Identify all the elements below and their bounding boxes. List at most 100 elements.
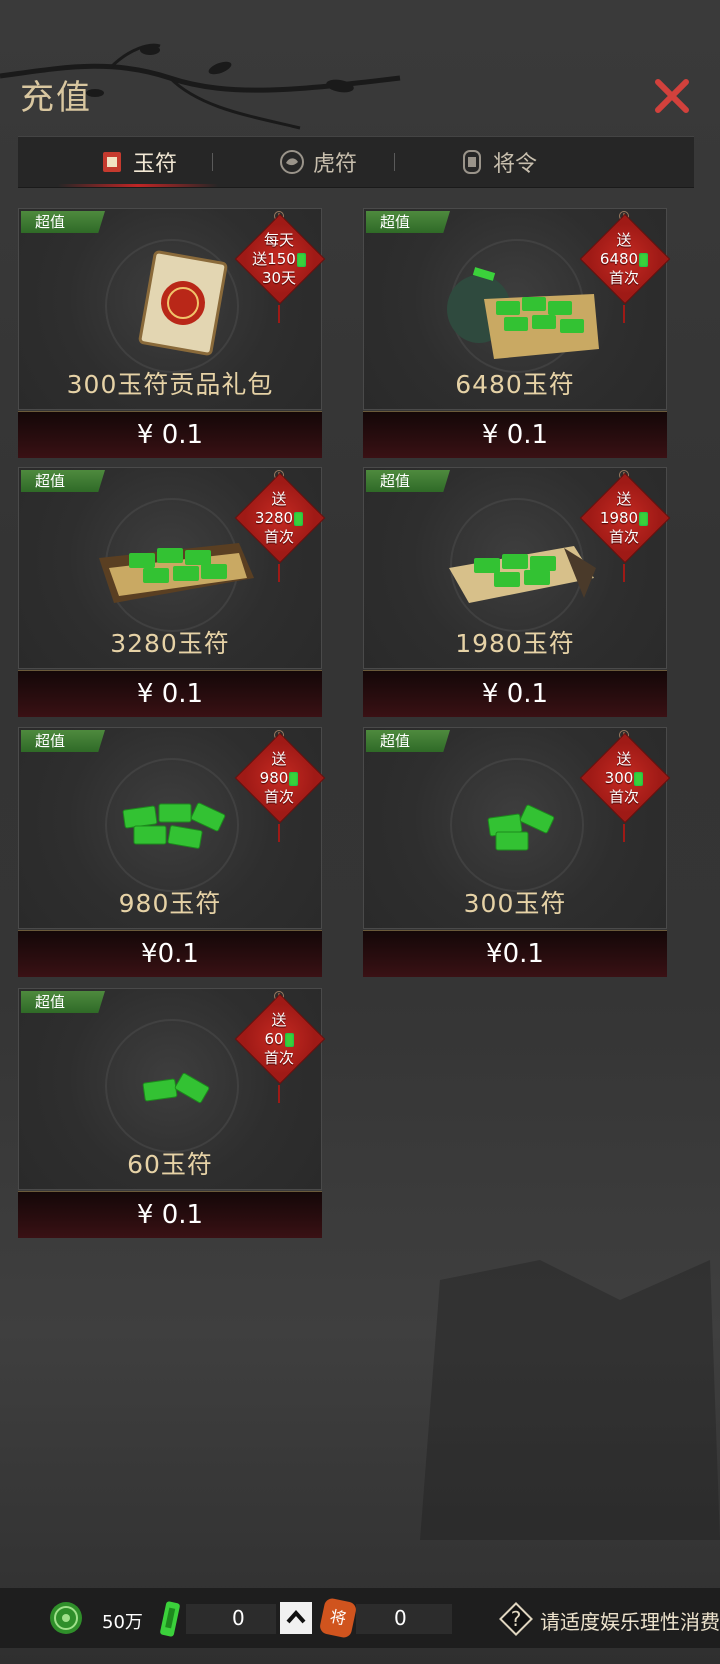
bonus-tag: 送 60 首次 <box>234 991 326 1103</box>
tag-tassel <box>623 305 625 323</box>
value-badge: 超值 <box>21 211 105 233</box>
jade-item-image <box>434 249 604 359</box>
tag-tassel <box>278 824 280 842</box>
value-badge: 超值 <box>21 991 105 1013</box>
product-card-body: 超值 送 980 首次 980玉符 <box>18 727 326 929</box>
page-title: 充值 <box>20 78 92 118</box>
tag-line-2: 6480 <box>584 250 664 269</box>
tab-tiger-tally[interactable]: 虎符 <box>258 137 378 187</box>
tag-text: 送 300 首次 <box>584 750 664 807</box>
tag-line-2: 送150 <box>239 250 319 269</box>
product-card-body: 超值 送 60 首次 60玉符 <box>18 988 326 1190</box>
tag-bonus-amount: 送150 <box>252 250 296 268</box>
price-label: ¥ 0.1 <box>136 1200 204 1230</box>
product-card[interactable]: 超值 送 300 首次 300玉符 ¥0.1 <box>363 727 671 977</box>
bonus-tag: 每天 送150 30天 <box>234 211 326 323</box>
tag-line-2: 300 <box>584 769 664 788</box>
tag-tassel <box>278 1085 280 1103</box>
product-card[interactable]: 超值 送 3280 首次 3280玉符 ¥ 0.1 <box>18 467 326 717</box>
product-card[interactable]: 超值 每天 送150 30天 300玉符贡品礼包 ¥ 0.1 <box>18 208 326 458</box>
buy-button[interactable]: ¥0.1 <box>18 930 322 977</box>
jade-item-image <box>89 1029 259 1139</box>
product-card[interactable]: 超值 送 6480 首次 6480玉符 ¥ 0.1 <box>363 208 671 458</box>
tag-line-1: 送 <box>271 490 287 508</box>
tag-line-1: 每天 <box>263 231 294 249</box>
price-label: ¥ 0.1 <box>136 679 204 709</box>
product-name: 980玉符 <box>118 889 222 918</box>
tag-line-3: 首次 <box>608 788 639 806</box>
tag-tassel <box>623 564 625 582</box>
tag-line-1: 送 <box>616 490 632 508</box>
jade-mini-icon <box>289 771 299 786</box>
order-token-icon: 将 <box>318 1597 358 1639</box>
tab-general-order[interactable]: 将令 <box>438 137 558 187</box>
tag-line-1: 送 <box>616 750 632 768</box>
resource-bar: 50万 0 将 0 ? 请适度娱乐理性消费 <box>0 1588 720 1648</box>
general-order-icon <box>459 149 485 175</box>
tag-bonus-amount: 6480 <box>599 250 639 268</box>
buy-button[interactable]: ¥ 0.1 <box>363 670 667 717</box>
value-badge: 超值 <box>21 470 105 492</box>
value-badge: 超值 <box>366 211 450 233</box>
tag-bonus-amount: 980 <box>259 769 289 787</box>
jade-mini-icon <box>639 511 649 526</box>
product-card-body: 超值 送 300 首次 300玉符 <box>363 727 671 929</box>
product-name: 60玉符 <box>127 1150 213 1179</box>
price-label: ¥0.1 <box>141 939 199 969</box>
buy-button[interactable]: ¥ 0.1 <box>18 670 322 717</box>
expand-up-button[interactable] <box>280 1602 312 1634</box>
tag-text: 送 3280 首次 <box>239 490 319 547</box>
price-label: ¥ 0.1 <box>481 679 549 709</box>
bonus-tag: 送 980 首次 <box>234 730 326 842</box>
price-label: ¥0.1 <box>486 939 544 969</box>
coin-resource <box>48 1598 84 1638</box>
jade-amount: 0 <box>232 1606 245 1630</box>
tag-line-2: 980 <box>239 769 319 788</box>
tab-label: 玉符 <box>132 152 177 177</box>
tag-bonus-amount: 300 <box>604 769 634 787</box>
buy-button[interactable]: ¥0.1 <box>363 930 667 977</box>
jade-amount-box: 0 <box>186 1604 276 1634</box>
bonus-tag: 送 300 首次 <box>579 730 671 842</box>
bonus-tag: 送 6480 首次 <box>579 211 671 323</box>
price-label: ¥ 0.1 <box>136 420 204 450</box>
coin-amount: 50万 <box>102 1612 143 1633</box>
product-card[interactable]: 超值 送 1980 首次 1980玉符 ¥ 0.1 <box>363 467 671 717</box>
jade-seal-icon <box>99 149 125 175</box>
jade-mini-icon <box>296 252 306 267</box>
tag-line-3: 首次 <box>608 269 639 287</box>
buy-button[interactable]: ¥ 0.1 <box>18 1191 322 1238</box>
ink-horseman-decoration <box>420 1260 720 1540</box>
product-card-body: 超值 每天 送150 30天 300玉符贡品礼包 <box>18 208 326 410</box>
jade-item-image <box>89 768 259 878</box>
tag-line-3: 首次 <box>263 1049 294 1067</box>
tag-line-3: 首次 <box>608 528 639 546</box>
tab-label: 虎符 <box>312 152 357 177</box>
tag-text: 每天 送150 30天 <box>239 231 319 288</box>
tag-text: 送 1980 首次 <box>584 490 664 547</box>
buy-button[interactable]: ¥ 0.1 <box>363 411 667 458</box>
tab-jade[interactable]: 玉符 <box>58 137 218 187</box>
product-card-body: 超值 送 3280 首次 3280玉符 <box>18 467 326 669</box>
order-amount-box: 0 <box>356 1604 452 1634</box>
tag-line-2: 3280 <box>239 509 319 528</box>
tab-divider <box>212 153 213 171</box>
tag-line-2: 1980 <box>584 509 664 528</box>
tag-line-3: 首次 <box>263 788 294 806</box>
value-badge: 超值 <box>366 470 450 492</box>
product-name: 300玉符 <box>463 889 567 918</box>
tab-divider <box>394 153 395 171</box>
help-icon[interactable]: ? <box>497 1600 535 1638</box>
jade-mini-icon <box>284 1032 294 1047</box>
product-card-body: 超值 送 6480 首次 6480玉符 <box>363 208 671 410</box>
bonus-tag: 送 1980 首次 <box>579 470 671 582</box>
tiger-tally-icon <box>279 149 305 175</box>
jade-item-image <box>89 508 259 618</box>
jade-item-image <box>89 249 259 359</box>
product-card[interactable]: 超值 送 60 首次 60玉符 ¥ 0.1 <box>18 988 326 1238</box>
buy-button[interactable]: ¥ 0.1 <box>18 411 322 458</box>
tag-text: 送 6480 首次 <box>584 231 664 288</box>
product-card[interactable]: 超值 送 980 首次 980玉符 ¥0.1 <box>18 727 326 977</box>
close-icon[interactable] <box>650 74 694 118</box>
jade-mini-icon <box>639 252 649 267</box>
